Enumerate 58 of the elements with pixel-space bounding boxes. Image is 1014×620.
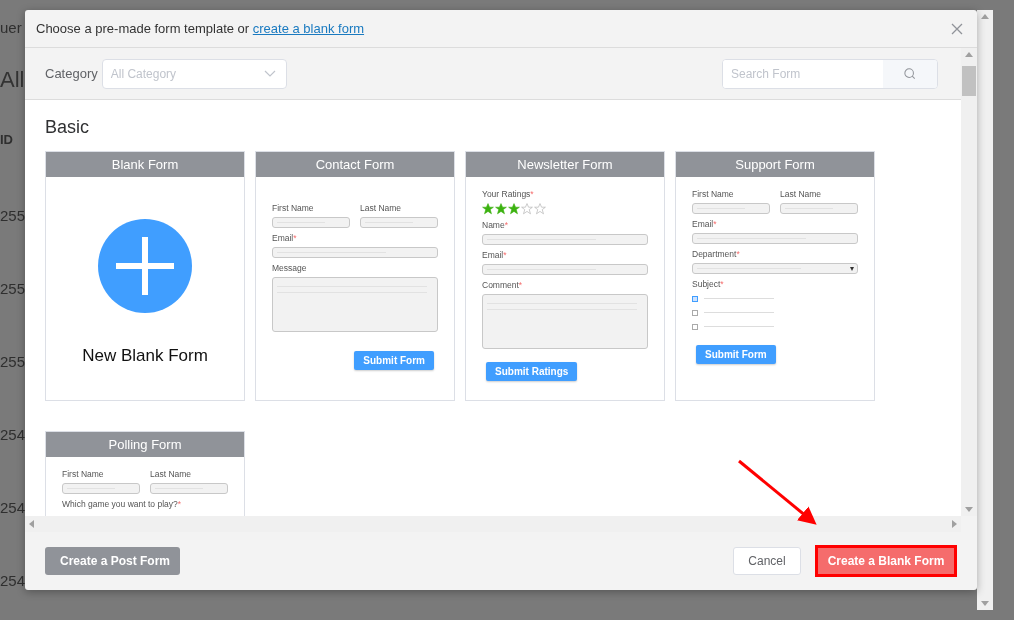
page-text: 255 xyxy=(0,279,26,299)
submit-button: Submit Form xyxy=(696,345,776,364)
page-text: 254 xyxy=(0,425,26,445)
field-label: Which game you want to play?* xyxy=(62,499,183,510)
create-blank-form-link[interactable]: create a blank form xyxy=(252,21,365,36)
page-text: ID xyxy=(0,131,13,149)
field-label: Subject* xyxy=(692,279,725,290)
submit-button: Submit Ratings xyxy=(486,362,578,381)
card-caption: New Blank Form xyxy=(82,346,208,366)
category-label: Category xyxy=(45,66,98,81)
template-card[interactable]: Newsletter Form Your Ratings* Name* Email* Comment* Submit Ratings xyxy=(465,151,665,401)
submit-button: Submit Form xyxy=(354,351,434,370)
field-label: Message xyxy=(272,263,308,274)
plus-icon xyxy=(98,219,192,313)
page-text: 254 xyxy=(0,571,26,591)
page-text: 254 xyxy=(0,498,26,518)
page-text: All xyxy=(0,70,25,90)
card-title: Contact Form xyxy=(256,152,454,177)
close-icon[interactable] xyxy=(951,22,963,35)
template-card[interactable]: Contact Form First Name Last Name Email* Message Submit Form xyxy=(255,151,455,401)
search-icon xyxy=(904,67,916,80)
card-title: Newsletter Form xyxy=(466,152,664,177)
field-label: Department* xyxy=(692,249,741,260)
dialog-title: Choose a pre-made form template or create a blank form xyxy=(36,21,366,36)
template-card[interactable]: Polling Form First Name Last Name Which game you want to play?* xyxy=(45,431,245,516)
card-title: Polling Form xyxy=(46,432,244,457)
field-label: Your Ratings* xyxy=(482,189,535,200)
field-label: Last Name xyxy=(780,189,823,200)
card-title: Blank Form xyxy=(46,152,244,177)
field-label: Comment* xyxy=(482,280,524,291)
template-card[interactable]: Blank Form New Blank Form xyxy=(45,151,245,401)
star-icon xyxy=(508,203,520,215)
cancel-button[interactable]: Cancel xyxy=(733,547,801,575)
chevron-icon xyxy=(263,69,276,78)
star-icon xyxy=(521,203,533,215)
page-text: 255 xyxy=(0,206,26,226)
section-heading: Basic xyxy=(45,116,90,138)
field-label: Name* xyxy=(482,220,509,231)
field-label: First Name xyxy=(272,203,315,214)
field-label: Last Name xyxy=(150,469,193,480)
page-text: uer xyxy=(0,18,22,38)
star-icon xyxy=(482,203,494,215)
card-title: Support Form xyxy=(676,152,874,177)
field-label: Email* xyxy=(692,219,718,230)
star-icon xyxy=(495,203,507,215)
field-label: Last Name xyxy=(360,203,403,214)
search-button[interactable] xyxy=(883,59,937,88)
star-icon xyxy=(534,203,546,215)
field-label: First Name xyxy=(62,469,105,480)
search-field[interactable]: Search Form xyxy=(722,58,938,89)
scrollbar[interactable] xyxy=(977,10,993,610)
field-label: Email* xyxy=(482,250,508,261)
template-card[interactable]: Support Form First Name Last Name Email* Department* Subject* Submit Form xyxy=(675,151,875,401)
field-label: Email* xyxy=(272,233,298,244)
page-text: 255 xyxy=(0,352,26,372)
dropdown-icon xyxy=(850,267,854,271)
field-label: First Name xyxy=(692,189,735,200)
scrollbar[interactable] xyxy=(961,48,977,516)
